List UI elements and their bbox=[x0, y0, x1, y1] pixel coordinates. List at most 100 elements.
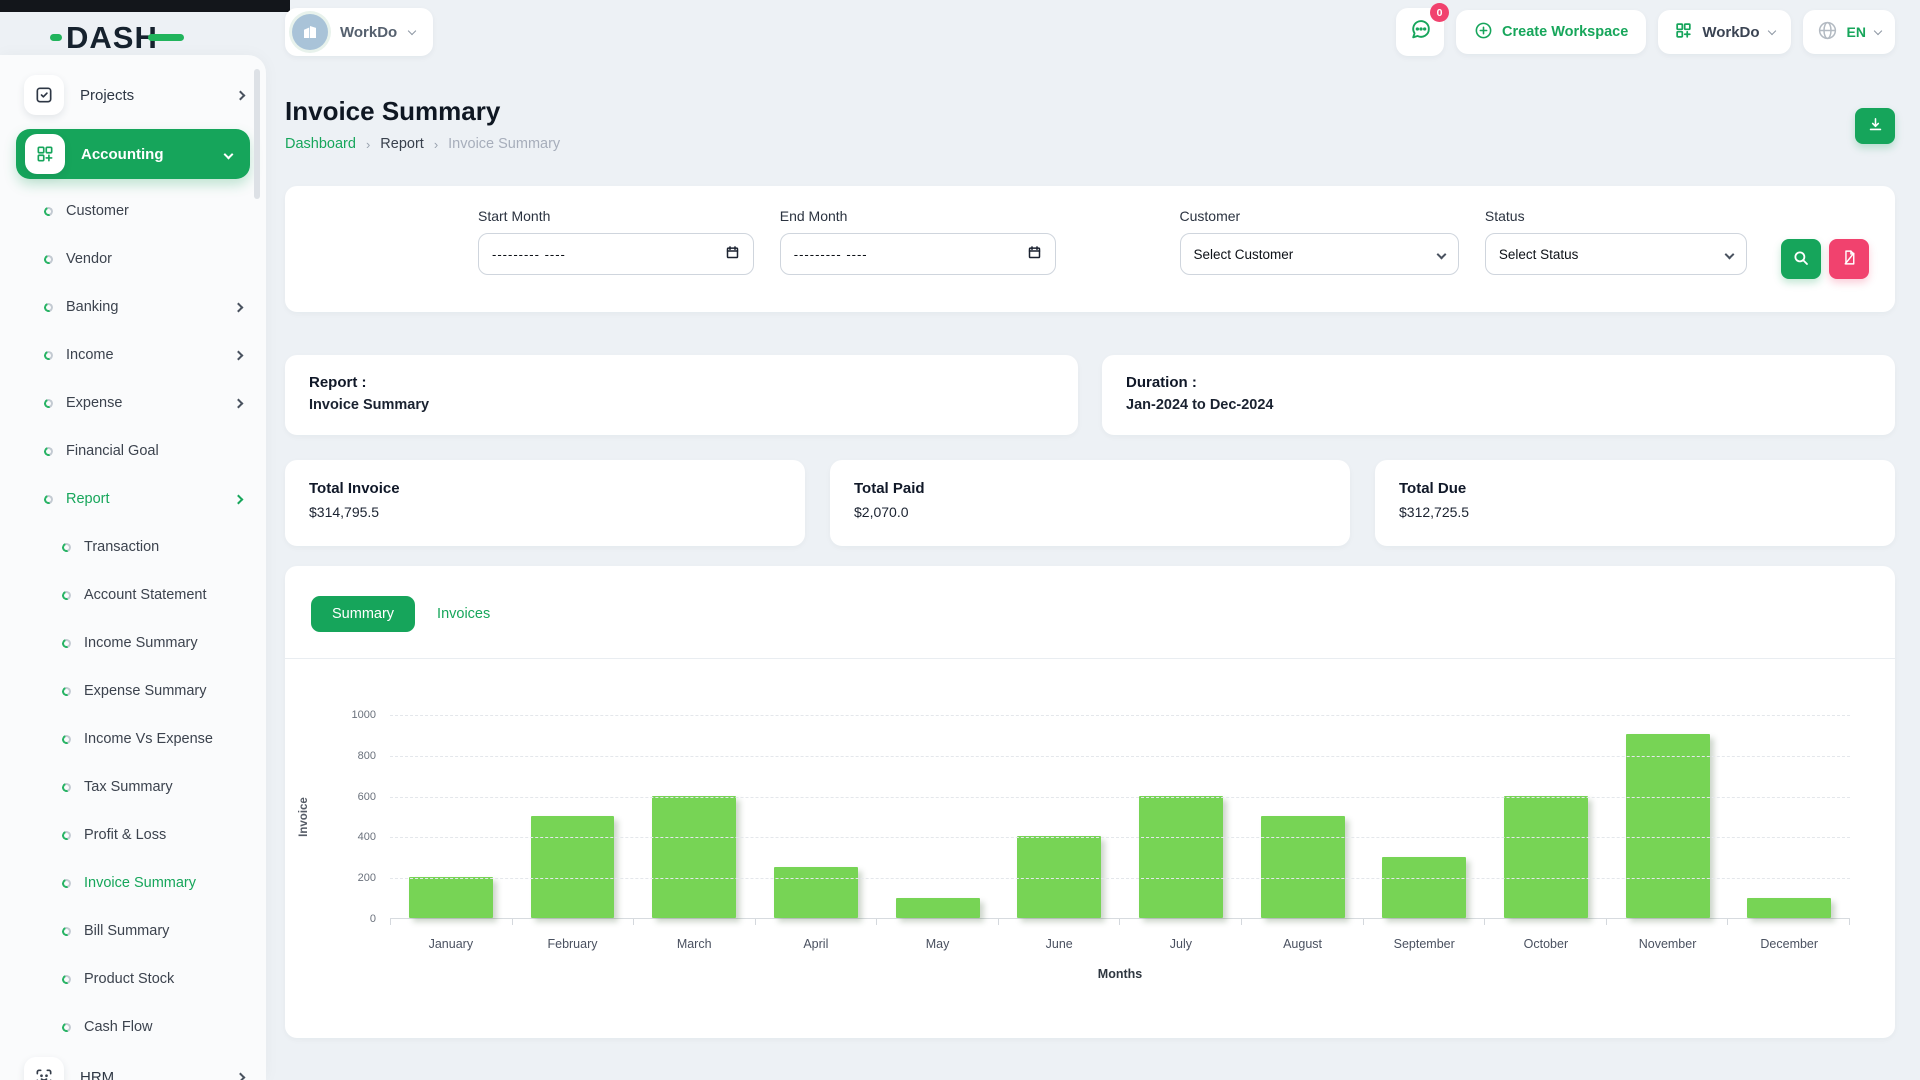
sidebar-item-expense[interactable]: Expense bbox=[0, 379, 266, 427]
sidebar-item-bill-summary[interactable]: Bill Summary bbox=[0, 907, 266, 955]
start-month-input[interactable]: --------- ---- bbox=[478, 233, 754, 275]
search-button[interactable] bbox=[1781, 239, 1821, 279]
sidebar-item-invoice-summary[interactable]: Invoice Summary bbox=[0, 859, 266, 907]
chevron-right-icon bbox=[234, 494, 244, 504]
download-button[interactable] bbox=[1855, 108, 1895, 144]
messages-button[interactable]: 0 bbox=[1396, 8, 1444, 56]
tab-summary[interactable]: Summary bbox=[311, 596, 415, 632]
language-selector[interactable]: EN bbox=[1803, 10, 1895, 54]
x-axis-tick bbox=[1484, 919, 1606, 925]
chart-bar-january[interactable] bbox=[409, 877, 493, 918]
bar-slot bbox=[390, 877, 512, 918]
bullet-icon bbox=[61, 541, 73, 553]
x-axis-tick bbox=[512, 919, 634, 925]
bullet-icon bbox=[61, 925, 73, 937]
chart-bar-september[interactable] bbox=[1382, 857, 1466, 918]
chart-bar-february[interactable] bbox=[531, 816, 615, 918]
sidebar-item-tax-summary[interactable]: Tax Summary bbox=[0, 763, 266, 811]
sidebar-item-income-summary[interactable]: Income Summary bbox=[0, 619, 266, 667]
y-axis-tick: 400 bbox=[358, 831, 376, 843]
bullet-icon bbox=[61, 733, 73, 745]
bar-slot bbox=[512, 816, 634, 918]
chevron-down-icon bbox=[1874, 26, 1882, 34]
total-card-label: Total Invoice bbox=[309, 480, 781, 497]
sidebar-subitem-label: Customer bbox=[66, 203, 242, 219]
chart-bar-october[interactable] bbox=[1504, 796, 1588, 918]
x-axis-label: February bbox=[512, 937, 634, 951]
start-month-label: Start Month bbox=[478, 208, 754, 224]
reset-filter-button[interactable] bbox=[1829, 239, 1869, 279]
total-card-label: Total Due bbox=[1399, 480, 1871, 497]
chevron-down-icon bbox=[1436, 249, 1446, 259]
customer-select[interactable]: Select Customer bbox=[1180, 233, 1459, 275]
sidebar-scrollbar[interactable] bbox=[254, 69, 260, 199]
sidebar-item-financial-goal[interactable]: Financial Goal bbox=[0, 427, 266, 475]
accounting-submenu: Customer Vendor Banking Income Expense F… bbox=[0, 187, 266, 523]
sidebar-subitem-label: Income bbox=[66, 347, 235, 363]
sidebar-item-income-vs-expense[interactable]: Income Vs Expense bbox=[0, 715, 266, 763]
sidebar-item-projects[interactable]: Projects bbox=[0, 69, 266, 121]
sidebar-item-cash-flow[interactable]: Cash Flow bbox=[0, 1003, 266, 1051]
breadcrumb-report[interactable]: Report bbox=[380, 136, 424, 152]
bar-slot bbox=[1242, 816, 1364, 918]
sidebar-subitem-label: Product Stock bbox=[84, 971, 242, 987]
x-axis-label: December bbox=[1728, 937, 1850, 951]
sidebar-item-transaction[interactable]: Transaction bbox=[0, 523, 266, 571]
chart-bar-may[interactable] bbox=[896, 898, 980, 918]
customer-select-value: Select Customer bbox=[1194, 247, 1438, 262]
chart-bar-august[interactable] bbox=[1261, 816, 1345, 918]
search-icon bbox=[1792, 249, 1810, 270]
y-axis-tick: 200 bbox=[358, 872, 376, 884]
status-select[interactable]: Select Status bbox=[1485, 233, 1747, 275]
sidebar-item-vendor[interactable]: Vendor bbox=[0, 235, 266, 283]
breadcrumb: Dashboard › Report › Invoice Summary bbox=[285, 136, 1895, 152]
bar-slot bbox=[877, 898, 999, 918]
sidebar-item-report[interactable]: Report bbox=[0, 475, 266, 523]
sidebar-item-accounting[interactable]: Accounting bbox=[16, 129, 250, 179]
app-switcher-button[interactable]: WorkDo bbox=[1658, 10, 1790, 54]
breadcrumb-dashboard[interactable]: Dashboard bbox=[285, 136, 356, 152]
gridline bbox=[390, 797, 1850, 798]
chart-bar-march[interactable] bbox=[652, 796, 736, 918]
gridline bbox=[390, 715, 1850, 716]
create-workspace-label: Create Workspace bbox=[1502, 24, 1628, 40]
sidebar-item-income[interactable]: Income bbox=[0, 331, 266, 379]
chat-icon bbox=[1408, 17, 1433, 47]
x-axis-tick bbox=[1241, 919, 1363, 925]
status-label: Status bbox=[1485, 208, 1747, 224]
bullet-icon bbox=[61, 589, 73, 601]
sidebar-item-expense-summary[interactable]: Expense Summary bbox=[0, 667, 266, 715]
app-switcher-label: WorkDo bbox=[1702, 24, 1759, 41]
logo-dash-left bbox=[50, 34, 62, 41]
tab-invoices[interactable]: Invoices bbox=[437, 606, 490, 622]
language-label: EN bbox=[1847, 24, 1866, 40]
sidebar-item-customer[interactable]: Customer bbox=[0, 187, 266, 235]
workspace-name: WorkDo bbox=[340, 24, 397, 41]
workspace-selector[interactable]: WorkDo bbox=[285, 8, 433, 56]
bullet-icon bbox=[61, 637, 73, 649]
x-axis-tick bbox=[1363, 919, 1485, 925]
chart-bar-november[interactable] bbox=[1626, 734, 1710, 918]
sidebar-subitem-label: Vendor bbox=[66, 251, 242, 267]
x-axis-label: March bbox=[633, 937, 755, 951]
duration-label: Duration : bbox=[1126, 374, 1871, 391]
sidebar-item-account-statement[interactable]: Account Statement bbox=[0, 571, 266, 619]
grid-plus-icon bbox=[1674, 21, 1693, 44]
app-logo[interactable]: DASH bbox=[66, 20, 158, 56]
sidebar-item-profit-loss[interactable]: Profit & Loss bbox=[0, 811, 266, 859]
sidebar-item-banking[interactable]: Banking bbox=[0, 283, 266, 331]
sidebar-item-product-stock[interactable]: Product Stock bbox=[0, 955, 266, 1003]
chevron-separator-icon: › bbox=[434, 137, 438, 152]
sidebar-item-hrm[interactable]: HRM bbox=[0, 1051, 266, 1080]
end-month-input[interactable]: --------- ---- bbox=[780, 233, 1056, 275]
chart-bar-december[interactable] bbox=[1747, 898, 1831, 918]
sidebar-subitem-label: Expense bbox=[66, 395, 235, 411]
sidebar-item-label: Accounting bbox=[81, 146, 225, 163]
create-workspace-button[interactable]: Create Workspace bbox=[1456, 10, 1646, 54]
chart-bar-april[interactable] bbox=[774, 867, 858, 918]
x-axis-labels: JanuaryFebruaryMarchAprilMayJuneJulyAugu… bbox=[390, 937, 1850, 951]
y-axis-tick: 600 bbox=[358, 791, 376, 803]
chart-bar-july[interactable] bbox=[1139, 796, 1223, 918]
logo-text: DASH bbox=[66, 20, 158, 55]
bar-slot bbox=[1120, 796, 1242, 918]
